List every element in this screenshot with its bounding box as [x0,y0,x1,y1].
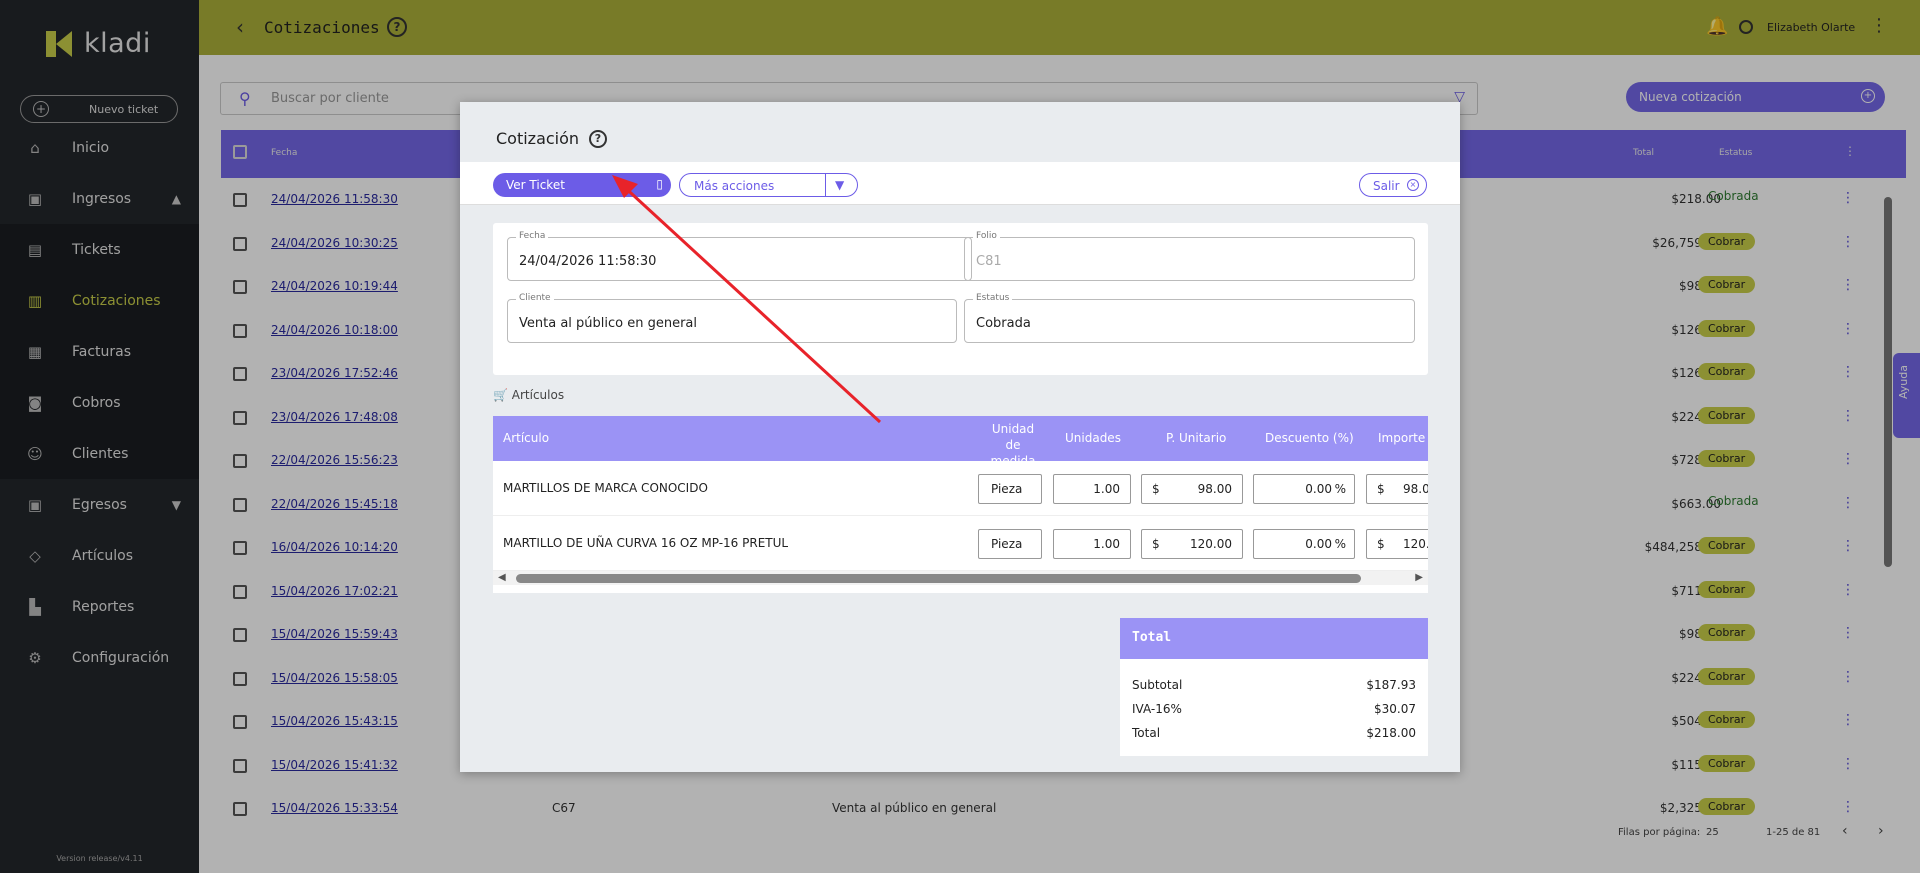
annotation-arrow [612,175,882,424]
